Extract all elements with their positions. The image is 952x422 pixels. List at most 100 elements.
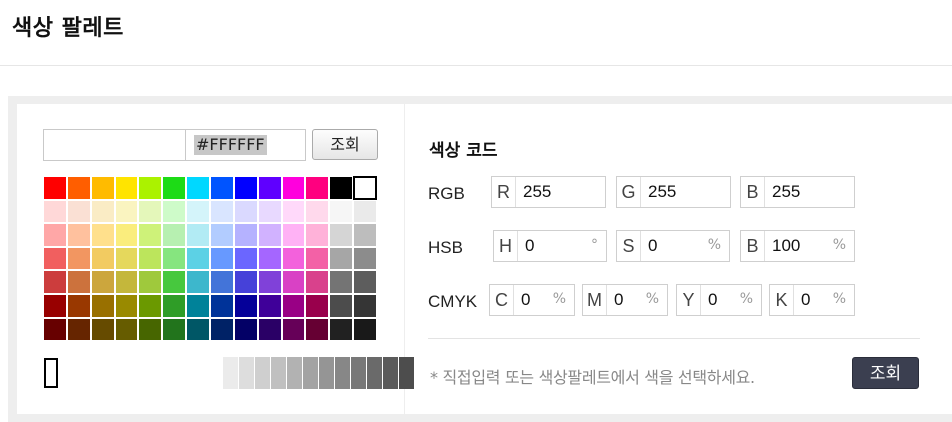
palette-swatch[interactable] [257,317,282,342]
palette-swatch[interactable] [66,317,91,342]
palette-swatch[interactable] [233,293,258,318]
palette-swatch[interactable] [90,199,115,224]
palette-swatch[interactable] [43,246,67,271]
hex-input-field[interactable]: #FFFFFF [43,129,306,161]
palette-swatch[interactable] [281,293,306,318]
gray-swatch[interactable] [239,357,254,389]
palette-swatch[interactable] [66,199,91,224]
palette-swatch[interactable] [257,246,282,271]
palette-swatch[interactable] [281,176,306,200]
hsb-b-value[interactable]: 100 [772,231,800,261]
palette-swatch[interactable] [210,223,234,247]
gray-swatch[interactable] [399,357,414,389]
code-lookup-button[interactable]: 조회 [852,357,919,389]
palette-swatch[interactable] [353,246,377,271]
palette-swatch[interactable] [162,223,187,247]
palette-swatch[interactable] [233,176,258,200]
palette-swatch[interactable] [138,270,163,294]
palette-swatch[interactable] [257,199,282,224]
palette-swatch[interactable] [90,293,115,318]
hex-lookup-button[interactable]: 조회 [312,129,378,160]
palette-swatch[interactable] [329,176,354,200]
palette-swatch[interactable] [138,246,163,271]
palette-swatch[interactable] [114,223,139,247]
palette-swatch[interactable] [186,176,210,200]
palette-swatch[interactable] [66,223,91,247]
palette-swatch[interactable] [138,176,163,200]
palette-swatch[interactable] [329,199,354,224]
palette-swatch[interactable] [186,270,210,294]
palette-swatch[interactable] [305,223,330,247]
palette-swatch[interactable] [329,246,354,271]
rgb-r-value[interactable]: 255 [523,177,551,207]
palette-swatch[interactable] [353,223,377,247]
palette-swatch[interactable] [162,246,187,271]
palette-swatch[interactable] [233,223,258,247]
cmyk-c-value[interactable]: 0 [521,285,530,315]
palette-swatch[interactable] [257,176,282,200]
palette-swatch[interactable] [210,176,234,200]
rgb-g-value[interactable]: 255 [648,177,676,207]
hsb-h-field[interactable]: H 0 ° [493,230,607,262]
palette-swatch[interactable] [281,199,306,224]
palette-swatch[interactable] [186,199,210,224]
palette-swatch[interactable] [43,270,67,294]
palette-swatch[interactable] [210,293,234,318]
palette-swatch[interactable] [281,317,306,342]
palette-swatch[interactable] [186,293,210,318]
palette-swatch[interactable] [138,199,163,224]
palette-swatch[interactable] [162,293,187,318]
palette-swatch[interactable] [43,176,67,200]
palette-swatch[interactable] [353,270,377,294]
hsb-h-value[interactable]: 0 [525,231,534,261]
palette-swatch[interactable] [114,199,139,224]
palette-swatch[interactable] [66,176,91,200]
palette-swatch[interactable] [305,199,330,224]
palette-swatch[interactable] [90,223,115,247]
palette-swatch[interactable] [305,246,330,271]
palette-swatch[interactable] [162,317,187,342]
palette-swatch[interactable] [210,317,234,342]
palette-swatch[interactable] [186,246,210,271]
palette-swatch[interactable] [353,293,377,318]
cmyk-k-value[interactable]: 0 [801,285,810,315]
palette-swatch[interactable] [186,223,210,247]
palette-swatch[interactable] [305,270,330,294]
palette-swatch[interactable] [281,223,306,247]
gray-swatch[interactable] [351,357,366,389]
palette-swatch[interactable] [329,223,354,247]
cmyk-c-field[interactable]: C 0 % [489,284,575,316]
palette-swatch[interactable] [90,176,115,200]
palette-swatch[interactable] [114,246,139,271]
palette-swatch[interactable] [305,176,330,200]
rgb-r-field[interactable]: R 255 [491,176,606,208]
palette-swatch[interactable] [257,270,282,294]
palette-swatch[interactable] [138,293,163,318]
gray-swatch[interactable] [367,357,382,389]
cmyk-y-value[interactable]: 0 [708,285,717,315]
palette-swatch[interactable] [162,176,187,200]
palette-swatch[interactable] [43,223,67,247]
cmyk-k-field[interactable]: K 0 % [769,284,855,316]
gray-swatch[interactable] [271,357,286,389]
gray-swatch[interactable] [383,357,398,389]
hsb-b-field[interactable]: B 100 % [740,230,855,262]
gray-swatch[interactable] [255,357,270,389]
cmyk-y-field[interactable]: Y 0 % [676,284,762,316]
hsb-s-value[interactable]: 0 [648,231,657,261]
palette-swatch[interactable] [257,293,282,318]
palette-swatch[interactable] [43,199,67,224]
palette-swatch[interactable] [66,293,91,318]
palette-swatch[interactable] [210,246,234,271]
palette-swatch[interactable] [329,317,354,342]
gray-swatch[interactable] [303,357,318,389]
palette-swatch[interactable] [90,246,115,271]
palette-swatch[interactable] [353,317,377,342]
palette-swatch[interactable] [257,223,282,247]
gray-swatch[interactable] [287,357,302,389]
hsb-s-field[interactable]: S 0 % [616,230,730,262]
palette-swatch[interactable] [329,270,354,294]
palette-swatch[interactable] [305,293,330,318]
palette-swatch[interactable] [233,270,258,294]
palette-swatch[interactable] [281,270,306,294]
